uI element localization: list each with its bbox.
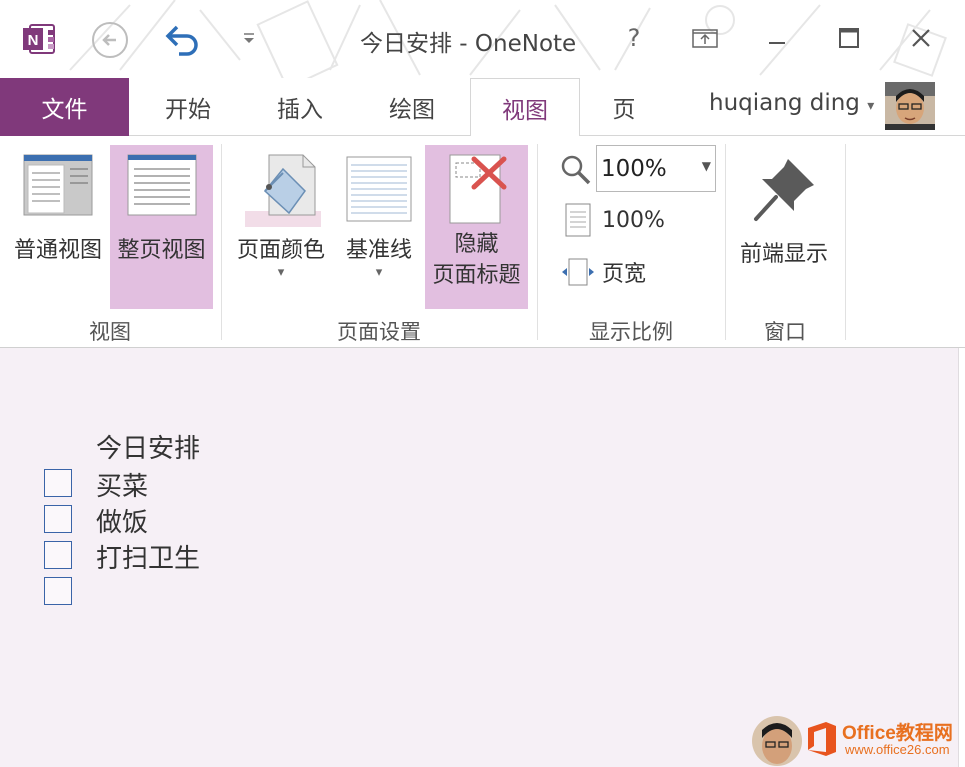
title-bar: N 今日安排 - OneNote ?	[0, 0, 965, 78]
office-logo-icon	[808, 722, 836, 756]
tab-file[interactable]: 文件	[0, 78, 129, 136]
window-title: 今日安排 - OneNote	[360, 31, 577, 57]
todo-checkbox[interactable]	[44, 577, 72, 605]
zoom-input[interactable]	[597, 146, 697, 191]
todo-text[interactable]: 打扫卫生	[96, 538, 200, 575]
back-button[interactable]	[92, 22, 128, 58]
todo-text[interactable]: 做饭	[96, 502, 148, 539]
tab-page[interactable]: 页	[596, 78, 652, 136]
group-divider	[537, 144, 538, 340]
ribbon-tab-bar: 文件 开始 插入 绘图 视图 页 huqiang ding ▾	[0, 78, 965, 137]
views-group-label: 视图	[89, 320, 131, 344]
normal-view-icon	[23, 154, 93, 216]
vertical-scrollbar[interactable]	[958, 348, 965, 767]
note-title[interactable]: 今日安排	[96, 428, 200, 465]
watermark-brand: Office教程网	[842, 723, 953, 744]
page-color-label: 页面颜色	[236, 238, 325, 263]
account-name: huqiang ding	[709, 90, 860, 116]
single-page-icon	[565, 203, 591, 237]
group-divider	[725, 144, 726, 340]
todo-item[interactable]: 买菜	[44, 469, 148, 502]
minimize-button[interactable]	[755, 18, 799, 58]
maximize-button[interactable]	[827, 18, 871, 58]
minimize-icon	[769, 42, 785, 44]
page-width-button[interactable]: 页宽	[560, 256, 646, 288]
todo-checkbox[interactable]	[44, 541, 72, 569]
hide-page-title-label-2: 页面标题	[432, 263, 521, 288]
full-page-view-button[interactable]: 整页视图	[110, 145, 213, 309]
chevron-down-icon: ▾	[277, 265, 285, 280]
chevron-down-icon: ▾	[867, 98, 875, 114]
undo-icon[interactable]	[163, 22, 201, 58]
onenote-logo-icon[interactable]: N	[22, 22, 56, 56]
page-width-icon	[562, 258, 594, 286]
hide-page-title-icon	[449, 154, 506, 224]
normal-view-label: 普通视图	[13, 238, 102, 263]
maximize-icon	[839, 28, 859, 48]
hide-page-title-label-1: 隐藏	[454, 232, 499, 257]
full-page-view-icon	[127, 154, 196, 216]
ribbon-display-options-button[interactable]	[683, 18, 727, 58]
user-avatar[interactable]	[885, 82, 935, 130]
todo-checkbox[interactable]	[44, 505, 72, 533]
account-menu[interactable]: huqiang ding ▾	[709, 90, 874, 116]
page-color-button[interactable]: 页面颜色 ▾	[228, 145, 334, 309]
chevron-down-icon[interactable]: ▼	[702, 159, 711, 173]
rule-lines-label: 基准线	[345, 238, 412, 263]
todo-item[interactable]	[44, 577, 72, 605]
close-button[interactable]	[899, 18, 943, 58]
group-divider	[845, 144, 846, 340]
zoom-100-label: 100%	[602, 207, 665, 233]
normal-view-button[interactable]: 普通视图	[8, 145, 108, 309]
tab-draw[interactable]: 绘图	[372, 78, 452, 136]
full-page-view-label: 整页视图	[117, 238, 206, 263]
tab-insert[interactable]: 插入	[260, 78, 340, 136]
always-on-top-button[interactable]: 前端显示	[733, 145, 835, 309]
rule-lines-button[interactable]: 基准线 ▾	[336, 145, 422, 309]
zoom-icon[interactable]	[560, 154, 592, 186]
arrow-left-icon	[102, 34, 116, 46]
tab-view[interactable]: 视图	[470, 78, 580, 137]
help-button[interactable]: ?	[612, 18, 656, 58]
rule-lines-icon	[346, 156, 412, 222]
window-group-label: 窗口	[764, 320, 806, 344]
todo-checkbox[interactable]	[44, 469, 72, 497]
page-setup-group-label: 页面设置	[337, 320, 421, 344]
zoom-combo[interactable]: ▼	[596, 145, 716, 192]
group-divider	[221, 144, 222, 340]
todo-item[interactable]: 做饭	[44, 505, 148, 538]
always-on-top-label: 前端显示	[739, 242, 828, 267]
ribbon-display-icon	[692, 29, 718, 48]
chevron-down-icon: ▾	[375, 265, 383, 280]
note-page[interactable]: 今日安排 买菜 做饭 打扫卫生	[0, 348, 958, 767]
watermark-url: www.office26.com	[845, 742, 950, 757]
close-icon	[912, 29, 930, 47]
hide-page-title-button[interactable]: 隐藏 页面标题	[425, 145, 528, 309]
customize-quick-access-icon[interactable]	[236, 26, 262, 52]
zoom-group-label: 显示比例	[589, 320, 673, 344]
ribbon: 普通视图 整页视图 视图 页面颜色 ▾ 基准线 ▾ 隐藏 页面标题 页面设置 1…	[0, 136, 965, 348]
zoom-100-button[interactable]: 100%	[564, 202, 665, 238]
page-width-label: 页宽	[602, 262, 647, 287]
page-color-icon	[245, 154, 321, 227]
tab-home[interactable]: 开始	[148, 78, 228, 136]
pushpin-icon	[754, 159, 814, 221]
svg-text:N: N	[28, 32, 39, 49]
todo-item[interactable]: 打扫卫生	[44, 541, 200, 574]
watermark-avatar	[752, 716, 802, 766]
todo-text[interactable]: 买菜	[96, 466, 148, 503]
